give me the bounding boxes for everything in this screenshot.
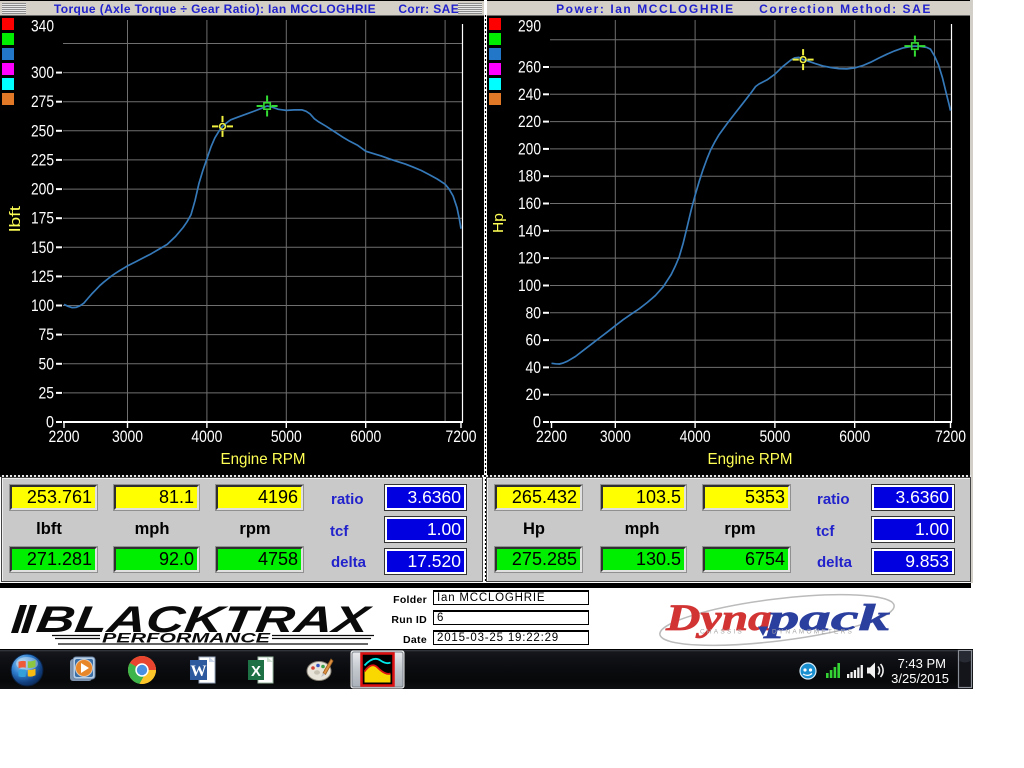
svg-text:7:43 PM: 7:43 PM [898,656,946,671]
svg-text:225: 225 [31,150,54,169]
svg-text:60: 60 [526,331,542,350]
svg-text:X: X [251,663,261,680]
svg-text:CHASSIS: CHASSIS [700,629,744,636]
svg-text:6000: 6000 [839,427,870,446]
svg-text:40: 40 [526,358,542,377]
svg-text:7200: 7200 [446,427,477,446]
svg-text:260: 260 [518,58,541,77]
svg-text:50: 50 [39,354,55,373]
svg-text:W: W [191,663,207,680]
svg-text:4000: 4000 [191,427,222,446]
svg-text:200: 200 [518,139,541,158]
svg-text:6000: 6000 [350,427,381,446]
svg-text:Engine RPM: Engine RPM [221,451,306,468]
svg-text:240: 240 [518,85,541,104]
svg-text:Engine RPM: Engine RPM [708,451,793,468]
svg-text:3000: 3000 [112,427,143,446]
svg-text:100: 100 [518,276,541,295]
svg-text:160: 160 [518,194,541,213]
svg-text:4000: 4000 [680,427,711,446]
svg-text:3000: 3000 [600,427,631,446]
svg-text:75: 75 [39,325,55,344]
svg-text:175: 175 [31,209,54,228]
svg-text:340: 340 [31,17,54,36]
svg-text:250: 250 [31,121,54,140]
svg-text:5000: 5000 [271,427,302,446]
svg-text:140: 140 [518,221,541,240]
svg-text:275: 275 [31,92,54,111]
svg-text:DYNAMOMETERS: DYNAMOMETERS [772,629,854,636]
svg-text:7200: 7200 [935,427,966,446]
svg-text:25: 25 [39,383,55,402]
svg-text:290: 290 [518,17,541,36]
svg-text:2200: 2200 [49,427,80,446]
svg-text:20: 20 [526,385,542,404]
svg-text:2200: 2200 [536,427,567,446]
svg-text:3/25/2015: 3/25/2015 [891,671,949,686]
svg-text:PERFORMANCE: PERFORMANCE [102,631,272,646]
svg-text:5000: 5000 [759,427,790,446]
svg-text:150: 150 [31,238,54,257]
svg-text:125: 125 [31,267,54,286]
svg-text:120: 120 [518,249,541,268]
svg-text:200: 200 [31,180,54,199]
svg-text:lbft: lbft [7,205,24,232]
svg-text:220: 220 [518,112,541,131]
svg-text:300: 300 [31,63,54,82]
svg-text:100: 100 [31,296,54,315]
svg-text:Hp: Hp [490,213,507,233]
svg-text:80: 80 [526,303,542,322]
svg-text:180: 180 [518,167,541,186]
